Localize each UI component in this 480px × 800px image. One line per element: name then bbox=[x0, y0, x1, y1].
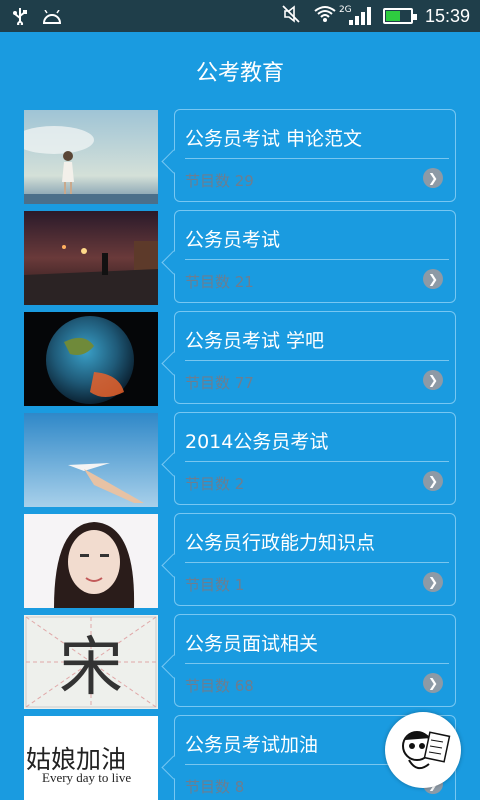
program-count: 节目数 68 bbox=[185, 677, 254, 695]
clock: 15:39 bbox=[424, 5, 470, 26]
divider bbox=[185, 562, 449, 563]
program-count: 节目数 8 bbox=[185, 778, 245, 796]
thumbnail-paper-plane bbox=[24, 413, 158, 507]
signal-icon: 2G bbox=[339, 5, 371, 25]
android-icon bbox=[42, 9, 62, 28]
cheer-text-en: Every day to live bbox=[42, 770, 132, 785]
program-count: 节目数 2 bbox=[185, 475, 245, 493]
mute-icon bbox=[281, 5, 301, 27]
program-title: 公务员面试相关 bbox=[185, 633, 319, 655]
program-list: 公务员考试 申论范文 节目数 29 ❯ 公务员考试 节目数 21 ❯ 公务员考试… bbox=[0, 108, 480, 800]
wifi-icon bbox=[313, 5, 337, 27]
page-title: 公考教育 bbox=[195, 61, 284, 86]
program-card[interactable]: 公务员考试 申论范文 节目数 29 ❯ bbox=[174, 109, 456, 202]
chevron-right-icon[interactable]: ❯ bbox=[423, 269, 443, 289]
divider bbox=[185, 158, 449, 159]
thumbnail-girl-seaside bbox=[24, 110, 158, 204]
list-item[interactable]: 2014公务员考试 节目数 2 ❯ bbox=[0, 411, 480, 512]
list-item[interactable]: 公务员行政能力知识点 节目数 1 ❯ bbox=[0, 512, 480, 613]
program-title: 公务员行政能力知识点 bbox=[185, 532, 376, 554]
battery-icon bbox=[382, 8, 417, 24]
program-count: 节目数 29 bbox=[185, 172, 254, 190]
chevron-right-icon[interactable]: ❯ bbox=[423, 572, 443, 592]
program-count: 节目数 1 bbox=[185, 576, 245, 594]
divider bbox=[185, 461, 449, 462]
divider bbox=[185, 360, 449, 361]
program-card[interactable]: 公务员行政能力知识点 节目数 1 ❯ bbox=[174, 513, 456, 606]
thumbnail-cheer: 姑娘加油 Every day to live bbox=[24, 716, 158, 800]
program-title: 公务员考试 bbox=[185, 229, 281, 251]
list-item[interactable]: 公务员考试 节目数 21 ❯ bbox=[0, 209, 480, 310]
thumbnail-earth bbox=[24, 312, 158, 406]
list-item[interactable]: 公务员考试 申论范文 节目数 29 ❯ bbox=[0, 108, 480, 209]
program-card[interactable]: 公务员面试相关 节目数 68 ❯ bbox=[174, 614, 456, 707]
program-title: 公务员考试 学吧 bbox=[185, 330, 325, 352]
list-item[interactable]: 宋 公务员面试相关 节目数 68 ❯ bbox=[0, 613, 480, 714]
list-item[interactable]: 公务员考试 学吧 节目数 77 ❯ bbox=[0, 310, 480, 411]
status-bar: 2G 15:39 bbox=[0, 0, 480, 32]
thumbnail-night-street bbox=[24, 211, 158, 305]
calligraphy-character: 宋 bbox=[59, 631, 123, 705]
cartoon-avatar-icon bbox=[395, 720, 451, 780]
network-type-label: 2G bbox=[338, 5, 352, 15]
divider bbox=[185, 663, 449, 664]
thumbnail-calligraphy: 宋 bbox=[24, 615, 158, 709]
chevron-right-icon[interactable]: ❯ bbox=[423, 370, 443, 390]
thumbnail-portrait bbox=[24, 514, 158, 608]
program-card[interactable]: 公务员考试 学吧 节目数 77 ❯ bbox=[174, 311, 456, 404]
program-count: 节目数 21 bbox=[185, 273, 254, 291]
chevron-right-icon[interactable]: ❯ bbox=[423, 673, 443, 693]
program-title: 公务员考试加油 bbox=[185, 734, 319, 756]
program-card[interactable]: 2014公务员考试 节目数 2 ❯ bbox=[174, 412, 456, 505]
divider bbox=[185, 259, 449, 260]
program-title: 2014公务员考试 bbox=[185, 431, 329, 453]
program-card[interactable]: 公务员考试 节目数 21 ❯ bbox=[174, 210, 456, 303]
program-count: 节目数 77 bbox=[185, 374, 254, 392]
usb-icon bbox=[12, 7, 28, 29]
chevron-right-icon[interactable]: ❯ bbox=[423, 471, 443, 491]
program-title: 公务员考试 申论范文 bbox=[185, 128, 363, 150]
chevron-right-icon[interactable]: ❯ bbox=[423, 168, 443, 188]
floating-assistant-button[interactable] bbox=[385, 712, 461, 788]
